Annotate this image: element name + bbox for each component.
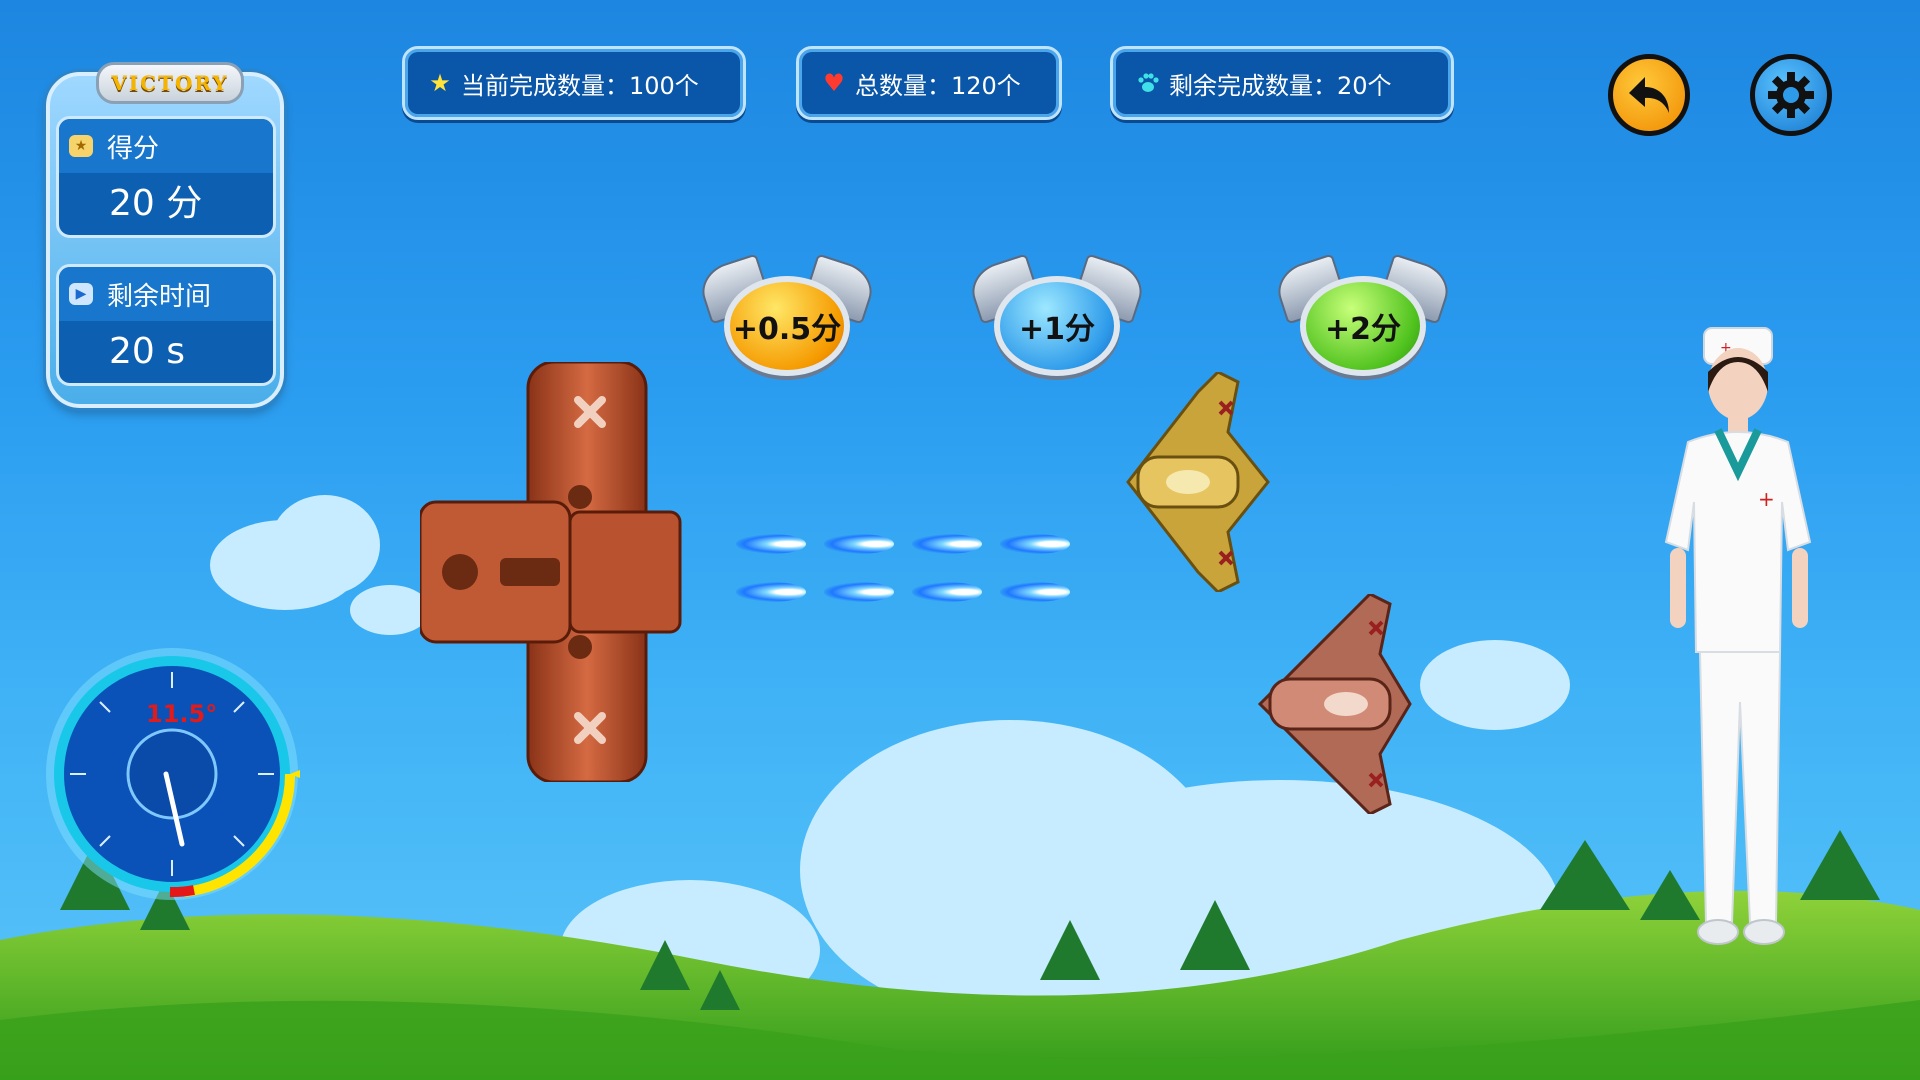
score-value: 20 分	[109, 183, 203, 224]
enemy-jet-gold	[1126, 372, 1270, 592]
gauge-angle-readout: 11.5°	[146, 700, 218, 728]
reward-label: +1分	[994, 276, 1120, 376]
total-count-text: 总数量：120个	[855, 71, 1021, 100]
bullet	[1000, 534, 1070, 554]
bullet	[824, 534, 894, 554]
victory-banner: VICTORY	[96, 62, 244, 104]
remaining-count-text: 剩余完成数量：20个	[1169, 71, 1392, 100]
bullet	[736, 534, 806, 554]
reward-medal[interactable]: +1分	[965, 253, 1149, 386]
reward-medal[interactable]: +2分	[1271, 253, 1455, 386]
time-value: 20 s	[109, 331, 186, 372]
current-count-pill: ★ 当前完成数量：100个	[402, 46, 746, 120]
heart-icon: ♥	[823, 69, 845, 97]
paw-icon	[1135, 70, 1161, 96]
gear-icon	[1768, 72, 1814, 118]
angle-gauge	[46, 648, 300, 900]
nurse-character: + +	[1664, 327, 1812, 945]
total-count-pill: ♥ 总数量：120个	[796, 46, 1062, 120]
cloud	[1420, 640, 1570, 730]
remaining-count-pill: 剩余完成数量：20个	[1110, 46, 1454, 120]
play-icon: ▶	[69, 283, 93, 305]
cloud	[350, 585, 430, 635]
score-card: ★ 得分 20 分	[56, 116, 276, 238]
enemy-jet-copper	[1257, 594, 1412, 814]
settings-button[interactable]	[1750, 54, 1832, 136]
bullet	[736, 582, 806, 602]
reward-label: +0.5分	[724, 276, 850, 376]
bullet	[824, 582, 894, 602]
current-count-text: 当前完成数量：100个	[461, 71, 699, 100]
cloud	[270, 495, 380, 595]
star-badge-icon: ★	[69, 135, 93, 157]
back-button[interactable]	[1608, 54, 1690, 136]
svg-text:+: +	[1758, 487, 1775, 511]
star-icon: ★	[429, 69, 451, 97]
score-label: 得分	[107, 133, 160, 164]
bullet	[912, 582, 982, 602]
reward-medal[interactable]: +0.5分	[695, 253, 879, 386]
player-airship	[420, 362, 682, 782]
reward-label: +2分	[1300, 276, 1426, 376]
back-arrow-icon	[1629, 77, 1669, 113]
time-card: ▶ 剩余时间 20 s	[56, 264, 276, 386]
bullet	[912, 534, 982, 554]
bullet	[1000, 582, 1070, 602]
time-label: 剩余时间	[107, 281, 212, 312]
